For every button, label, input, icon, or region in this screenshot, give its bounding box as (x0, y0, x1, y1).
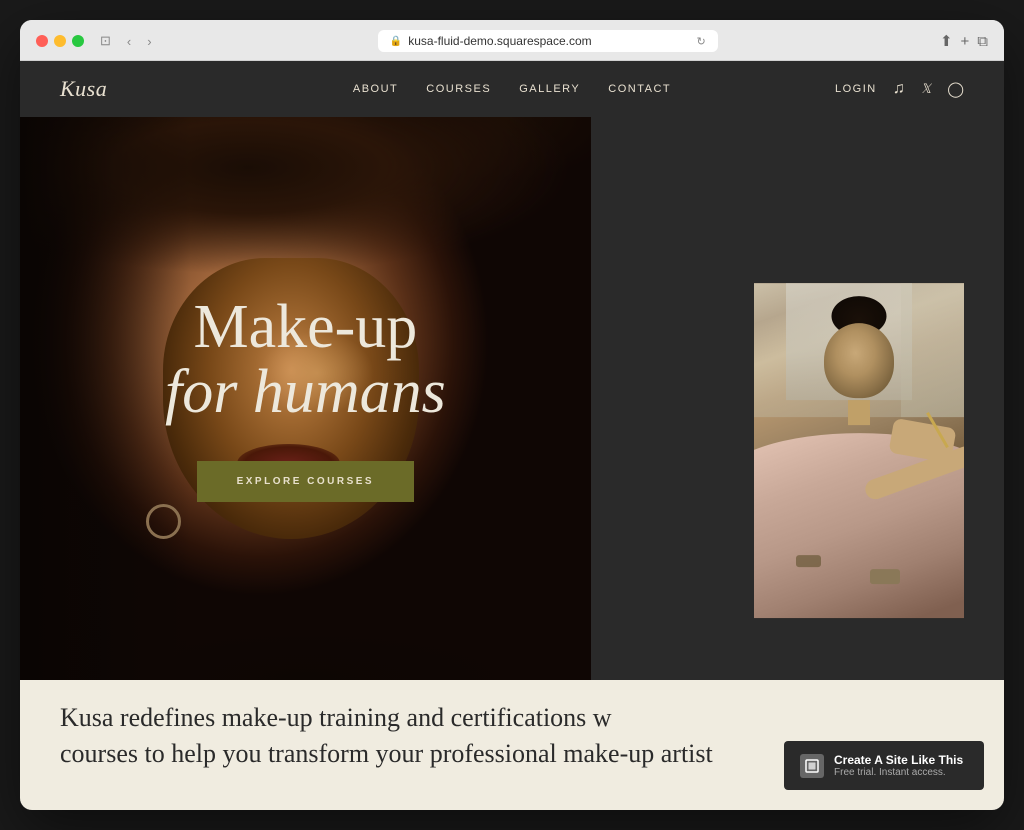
badge-text: Create A Site Like This Free trial. Inst… (834, 753, 963, 778)
nav-gallery[interactable]: GALLERY (519, 83, 580, 95)
browser-actions: ⬆ + ⧉ (940, 32, 988, 50)
tiktok-icon[interactable]: ♫ (893, 80, 905, 98)
share-button[interactable]: ⬆ (940, 32, 953, 50)
traffic-lights (36, 35, 84, 47)
navigation: Kusa ABOUT COURSES GALLERY CONTACT LOGIN… (20, 61, 1004, 117)
secondary-photo (754, 283, 964, 618)
close-button[interactable] (36, 35, 48, 47)
squarespace-badge[interactable]: Create A Site Like This Free trial. Inst… (784, 741, 984, 790)
back-button[interactable]: ‹ (123, 32, 135, 51)
nav-contact[interactable]: CONTACT (608, 83, 671, 95)
bottom-text-line2: courses to help you transform your profe… (60, 739, 713, 768)
nav-about[interactable]: ABOUT (353, 83, 398, 95)
bottom-text: Kusa redefines make-up training and cert… (60, 700, 713, 773)
website-content: Kusa ABOUT COURSES GALLERY CONTACT LOGIN… (20, 61, 1004, 810)
address-bar-wrapper: 🔒 kusa-fluid-demo.squarespace.com ↻ (168, 30, 928, 52)
login-button[interactable]: LOGIN (835, 83, 877, 95)
forward-button[interactable]: › (143, 32, 155, 51)
instagram-icon[interactable]: ◯ (947, 80, 964, 98)
url-text: kusa-fluid-demo.squarespace.com (408, 34, 591, 48)
sec-face (824, 323, 894, 398)
bottom-text-line1: Kusa redefines make-up training and cert… (60, 703, 612, 732)
minimize-button[interactable] (54, 35, 66, 47)
refresh-icon[interactable]: ↻ (697, 35, 706, 48)
duplicate-button[interactable]: ⧉ (977, 32, 988, 50)
hero-title-line1: Make-up (165, 295, 446, 360)
hero-text-content: Make-up for humans EXPLORE COURSES (165, 295, 446, 502)
address-bar[interactable]: 🔒 kusa-fluid-demo.squarespace.com ↻ (378, 30, 718, 52)
hero-text-layer: Make-up for humans EXPLORE COURSES (20, 117, 591, 680)
tab-icon[interactable]: ⊡ (96, 31, 115, 51)
browser-chrome: ⊡ ‹ › 🔒 kusa-fluid-demo.squarespace.com … (20, 20, 1004, 61)
badge-subtitle: Free trial. Instant access. (834, 767, 963, 778)
browser-controls: ⊡ ‹ › (96, 31, 156, 51)
hero-title-line2: for humans (165, 360, 446, 425)
hero-section: Make-up for humans EXPLORE COURSES (20, 117, 1004, 810)
squarespace-logo-icon (800, 754, 824, 778)
nav-links: ABOUT COURSES GALLERY CONTACT (353, 83, 671, 95)
twitter-icon[interactable]: 𝕏 (921, 81, 931, 97)
nav-courses[interactable]: COURSES (426, 83, 491, 95)
lock-icon: 🔒 (390, 36, 402, 47)
browser-window: ⊡ ‹ › 🔒 kusa-fluid-demo.squarespace.com … (20, 20, 1004, 810)
new-tab-button[interactable]: + (961, 32, 970, 50)
badge-title: Create A Site Like This (834, 753, 963, 767)
maximize-button[interactable] (72, 35, 84, 47)
explore-courses-button[interactable]: EXPLORE COURSES (197, 461, 415, 502)
secondary-photo-canvas (754, 283, 964, 618)
